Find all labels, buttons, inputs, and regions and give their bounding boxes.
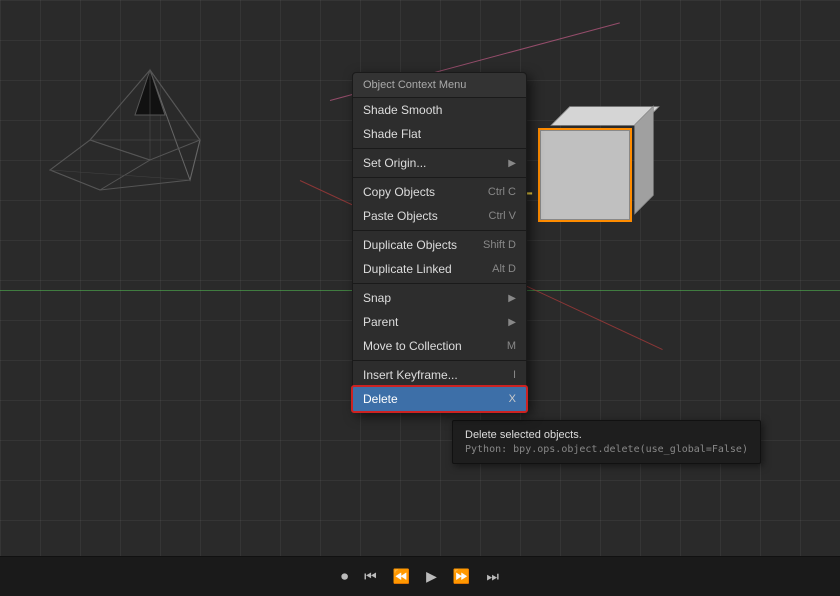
menu-item-shade-smooth[interactable]: Shade Smooth — [353, 98, 526, 122]
submenu-arrow: ▶ — [508, 158, 516, 169]
mesh-object — [20, 60, 240, 243]
menu-item-set-origin[interactable]: Set Origin... ▶ — [353, 151, 526, 175]
timeline-next-btn[interactable]: ⏩ — [449, 566, 474, 587]
tooltip-box: Delete selected objects. Python: bpy.ops… — [452, 420, 761, 464]
menu-item-paste-objects[interactable]: Paste Objects Ctrl V — [353, 204, 526, 228]
menu-item-copy-objects[interactable]: Copy Objects Ctrl C — [353, 180, 526, 204]
menu-divider-5 — [353, 360, 526, 361]
timeline-bar: ⏺ ⏮ ⏪ ▶ ⏩ ⏭ — [0, 556, 840, 596]
menu-item-shade-flat[interactable]: Shade Flat — [353, 122, 526, 146]
context-menu-title: Object Context Menu — [353, 73, 526, 98]
viewport: Object Context Menu Shade Smooth Shade F… — [0, 0, 840, 556]
tooltip-description: Delete selected objects. — [465, 429, 748, 441]
menu-divider-1 — [353, 148, 526, 149]
context-menu: Object Context Menu Shade Smooth Shade F… — [352, 72, 527, 412]
menu-item-insert-keyframe[interactable]: Insert Keyframe... I — [353, 363, 526, 387]
menu-divider-4 — [353, 283, 526, 284]
timeline-play-btn[interactable]: ▶ — [422, 566, 441, 587]
origin-marker — [527, 193, 547, 213]
menu-item-snap[interactable]: Snap ▶ — [353, 286, 526, 310]
menu-item-parent[interactable]: Parent ▶ — [353, 310, 526, 334]
timeline-prev-btn[interactable]: ⏪ — [389, 566, 414, 587]
snap-submenu-arrow: ▶ — [508, 293, 516, 304]
menu-divider-2 — [353, 177, 526, 178]
menu-item-duplicate-linked[interactable]: Duplicate Linked Alt D — [353, 257, 526, 281]
timeline-record-btn[interactable]: ⏺ — [337, 566, 352, 587]
cube-front-face — [540, 130, 630, 220]
parent-submenu-arrow: ▶ — [508, 317, 516, 328]
timeline-end-btn[interactable]: ⏭ — [482, 566, 503, 587]
tooltip-python: Python: bpy.ops.object.delete(use_global… — [465, 444, 748, 455]
menu-item-delete[interactable]: Delete X — [353, 387, 526, 411]
menu-item-move-to-collection[interactable]: Move to Collection M — [353, 334, 526, 358]
menu-item-duplicate-objects[interactable]: Duplicate Objects Shift D — [353, 233, 526, 257]
timeline-start-btn[interactable]: ⏮ — [360, 566, 381, 587]
cube-right-face — [634, 105, 653, 214]
menu-divider-3 — [353, 230, 526, 231]
